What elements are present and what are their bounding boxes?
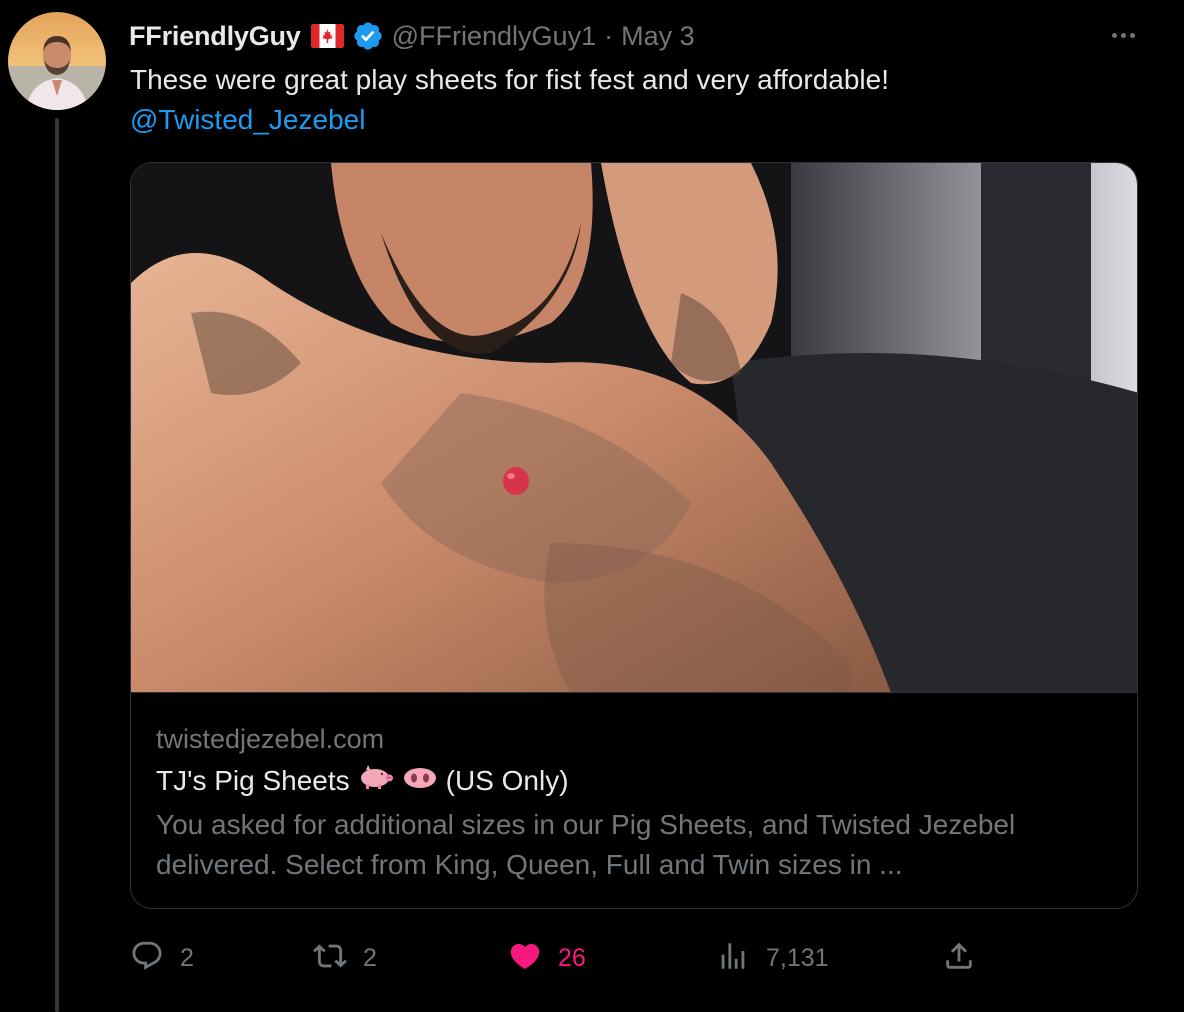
card-domain[interactable]: twistedjezebel.com [156,719,1116,759]
handle[interactable]: @FFriendlyGuy1 [392,21,596,52]
like-button[interactable]: 26 [508,936,586,980]
reply-icon [130,939,164,978]
card-title-suffix: (US Only) [445,765,569,796]
like-count: 26 [558,943,586,972]
display-name[interactable]: FFriendlyGuy [129,21,301,52]
views-button[interactable]: 7,131 [716,936,829,980]
verified-badge-icon[interactable] [352,20,384,52]
pig-nose-icon [402,759,438,803]
heart-icon [508,939,542,978]
card-title[interactable]: TJ's Pig Sheets (US Only) [156,759,1116,803]
reply-count: 2 [180,943,194,972]
tweet-body: These were great play sheets for fist fe… [130,64,889,95]
retweet-count: 2 [363,943,377,972]
tweet-header: FFriendlyGuy @FFriendlyGuy1 · May 3 [129,14,695,58]
separator-dot: · [604,20,614,51]
views-icon [716,939,750,978]
more-options-icon[interactable] [1108,20,1138,50]
retweet-icon [313,939,347,978]
share-icon [942,939,976,978]
retweet-button[interactable]: 2 [313,936,377,980]
tweet[interactable]: FFriendlyGuy @FFriendlyGuy1 · May 3 Thes… [0,0,1184,1012]
reply-button[interactable]: 2 [130,936,194,980]
tweet-text: These were great play sheets for fist fe… [130,60,1140,140]
link-card[interactable]: twistedjezebel.com TJ's Pig Sheets (US O… [130,162,1138,909]
views-count: 7,131 [766,943,829,972]
card-description: You asked for additional sizes in our Pi… [156,809,1016,880]
action-bar: 2 2 26 7,131 [130,936,990,980]
share-button[interactable] [942,936,976,980]
canada-flag-icon [310,24,344,48]
card-body: twistedjezebel.com TJ's Pig Sheets (US O… [156,719,1116,885]
tweet-date[interactable]: May 3 [621,21,695,52]
card-image[interactable] [131,163,1137,693]
mention-link[interactable]: @Twisted_Jezebel [130,100,1140,140]
avatar[interactable] [8,12,106,110]
card-title-text: TJ's Pig Sheets [156,765,350,796]
thread-line [55,118,59,1012]
pig-icon [358,759,394,803]
